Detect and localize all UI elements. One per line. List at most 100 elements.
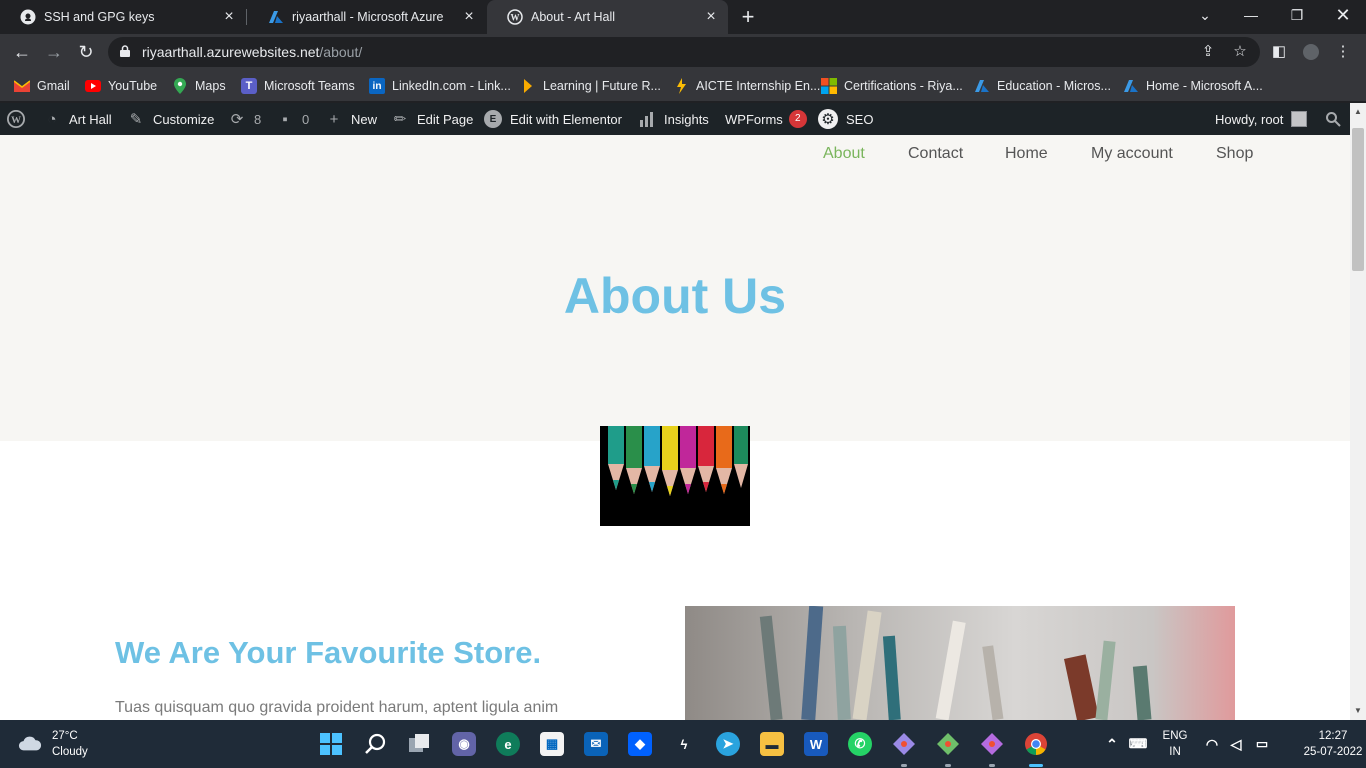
keyboard-icon[interactable]: ⌨ bbox=[1126, 732, 1150, 756]
bookmark-education[interactable]: Education - Micros... bbox=[974, 76, 1111, 96]
bookmark-future-skills[interactable]: Learning | Future R... bbox=[520, 76, 661, 96]
tab-ssh-gpg-keys[interactable]: SSH and GPG keys × bbox=[0, 0, 246, 34]
clock-date[interactable]: 25-07-2022 bbox=[1300, 746, 1366, 758]
battery-icon[interactable]: ▭ bbox=[1250, 732, 1274, 756]
task-view-icon[interactable] bbox=[408, 732, 432, 756]
volume-icon[interactable]: ◁ bbox=[1224, 732, 1248, 756]
tab-title: riyaarthall - Microsoft Azure bbox=[292, 10, 444, 24]
file-explorer-icon[interactable]: ▬ bbox=[760, 732, 784, 756]
insights-label: Insights bbox=[664, 111, 709, 127]
bookmark-certifications[interactable]: Certifications - Riya... bbox=[821, 76, 963, 96]
nav-shop[interactable]: Shop bbox=[1216, 145, 1253, 163]
weather-temperature[interactable]: 27°C bbox=[52, 730, 78, 742]
svg-text:W: W bbox=[11, 115, 21, 126]
close-icon[interactable]: × bbox=[222, 9, 236, 25]
tab-about-art-hall[interactable]: W About - Art Hall × bbox=[487, 0, 728, 34]
scroll-down-arrow-icon[interactable]: ▼ bbox=[1354, 706, 1362, 715]
page-scrollbar[interactable]: ▲ ▼ bbox=[1350, 103, 1366, 720]
vs-code-bolt-icon[interactable]: ϟ bbox=[672, 732, 696, 756]
bookmark-gmail[interactable]: Gmail bbox=[14, 76, 70, 96]
bookmark-label: YouTube bbox=[108, 79, 158, 93]
page-title: About Us bbox=[563, 268, 787, 324]
admin-search-button[interactable] bbox=[1324, 103, 1350, 135]
bookmark-label: Certifications - Riya... bbox=[844, 79, 963, 93]
scroll-up-arrow-icon[interactable]: ▲ bbox=[1354, 107, 1362, 116]
windows-start-icon[interactable] bbox=[319, 732, 343, 756]
seo-menu[interactable]: ⚙ SEO bbox=[818, 103, 873, 135]
comments-link[interactable]: ▪ 0 bbox=[276, 103, 309, 135]
bookmark-youtube[interactable]: YouTube bbox=[85, 76, 157, 96]
profile-avatar[interactable] bbox=[1303, 44, 1319, 60]
insights-link[interactable]: Insights bbox=[638, 103, 709, 135]
language-region[interactable]: IN bbox=[1160, 746, 1190, 758]
store-icon[interactable]: ▦ bbox=[540, 732, 564, 756]
bookmark-home-microsoft[interactable]: Home - Microsoft A... bbox=[1123, 76, 1263, 96]
back-button[interactable]: ← bbox=[12, 42, 32, 62]
teams-icon: T bbox=[241, 78, 257, 94]
git-bash-icon[interactable] bbox=[980, 732, 1004, 756]
browser-toolbar: ← → ↻ riyaarthall.azurewebsites.net/abou… bbox=[0, 34, 1366, 70]
git-icon[interactable] bbox=[892, 732, 916, 756]
customize-link[interactable]: ✎ Customize bbox=[127, 103, 215, 135]
close-icon[interactable]: × bbox=[462, 9, 476, 25]
bookmark-label: Gmail bbox=[37, 79, 70, 93]
git-gui-icon[interactable] bbox=[936, 732, 960, 756]
my-account-menu[interactable]: Howdy, root bbox=[1215, 103, 1308, 135]
reload-button[interactable]: ↻ bbox=[76, 42, 96, 62]
bookmark-teams[interactable]: T Microsoft Teams bbox=[241, 76, 355, 96]
close-window-button[interactable]: ✕ bbox=[1320, 0, 1366, 30]
section-paragraph: Tuas quisquam quo gravida proident harum… bbox=[115, 699, 559, 716]
nav-about[interactable]: About bbox=[823, 145, 865, 163]
nav-my-account[interactable]: My account bbox=[1091, 145, 1173, 163]
edit-with-elementor-link[interactable]: E Edit with Elementor bbox=[484, 103, 622, 135]
close-icon[interactable]: × bbox=[704, 9, 718, 25]
nav-contact[interactable]: Contact bbox=[908, 145, 963, 163]
whatsapp-icon[interactable]: ✆ bbox=[848, 732, 872, 756]
updates-link[interactable]: ⟳ 8 bbox=[228, 103, 262, 135]
bookmark-maps[interactable]: Maps bbox=[172, 76, 226, 96]
elementor-icon: E bbox=[484, 110, 502, 128]
side-panel-icon[interactable]: ◧ bbox=[1271, 44, 1287, 60]
scrollbar-thumb[interactable] bbox=[1352, 128, 1364, 271]
nav-home[interactable]: Home bbox=[1005, 145, 1048, 163]
kebab-menu-icon[interactable]: ⋮ bbox=[1335, 44, 1351, 60]
word-icon[interactable]: W bbox=[804, 732, 828, 756]
avatar bbox=[1291, 111, 1308, 127]
restore-button[interactable]: ❐ bbox=[1274, 0, 1320, 30]
wp-logo-menu[interactable]: W bbox=[7, 103, 33, 135]
gmail-icon bbox=[14, 78, 30, 94]
wifi-icon[interactable]: ◠ bbox=[1200, 732, 1224, 756]
site-name-menu[interactable]: ◔ Art Hall bbox=[43, 103, 111, 135]
url-path: /about/ bbox=[319, 44, 363, 60]
wpforms-menu[interactable]: WPForms 2 bbox=[725, 103, 807, 135]
bookmark-label: Education - Micros... bbox=[997, 79, 1111, 93]
weather-condition[interactable]: Cloudy bbox=[52, 746, 88, 758]
language-code[interactable]: ENG bbox=[1160, 730, 1190, 742]
chevron-up-icon[interactable]: ⌃ bbox=[1100, 732, 1124, 756]
youtube-icon bbox=[85, 78, 101, 94]
new-content-menu[interactable]: + New bbox=[325, 103, 377, 135]
forward-button[interactable]: → bbox=[44, 42, 64, 62]
dropbox-icon[interactable]: ◆ bbox=[628, 732, 652, 756]
new-tab-button[interactable]: + bbox=[738, 6, 758, 28]
tab-search-chevron-icon[interactable]: ⌄ bbox=[1182, 0, 1228, 30]
share-icon[interactable]: ⇪ bbox=[1200, 44, 1216, 60]
edit-page-link[interactable]: ✏ Edit Page bbox=[391, 103, 474, 135]
address-bar[interactable]: riyaarthall.azurewebsites.net/about/ ⇪ ☆ bbox=[108, 37, 1260, 67]
brush-icon: ✎ bbox=[129, 111, 143, 128]
bookmark-linkedin[interactable]: in LinkedIn.com - Link... bbox=[369, 76, 511, 96]
tab-azure[interactable]: riyaarthall - Microsoft Azure × bbox=[248, 0, 486, 34]
telegram-icon[interactable]: ➤ bbox=[716, 732, 740, 756]
chat-icon[interactable]: ◉ bbox=[452, 732, 476, 756]
clock-time[interactable]: 12:27 bbox=[1300, 730, 1366, 742]
minimize-button[interactable]: — bbox=[1228, 0, 1274, 30]
search-icon[interactable] bbox=[364, 732, 388, 756]
cloud-icon[interactable] bbox=[18, 731, 42, 755]
mail-icon[interactable]: ✉ bbox=[584, 732, 608, 756]
star-icon[interactable]: ☆ bbox=[1232, 44, 1248, 60]
chrome-icon[interactable] bbox=[1024, 732, 1048, 756]
edge-icon[interactable]: e bbox=[496, 732, 520, 756]
url-text: riyaarthall.azurewebsites.net/about/ bbox=[142, 44, 362, 60]
plus-icon: + bbox=[329, 110, 339, 128]
bookmark-aicte[interactable]: AICTE Internship En... bbox=[673, 76, 820, 96]
